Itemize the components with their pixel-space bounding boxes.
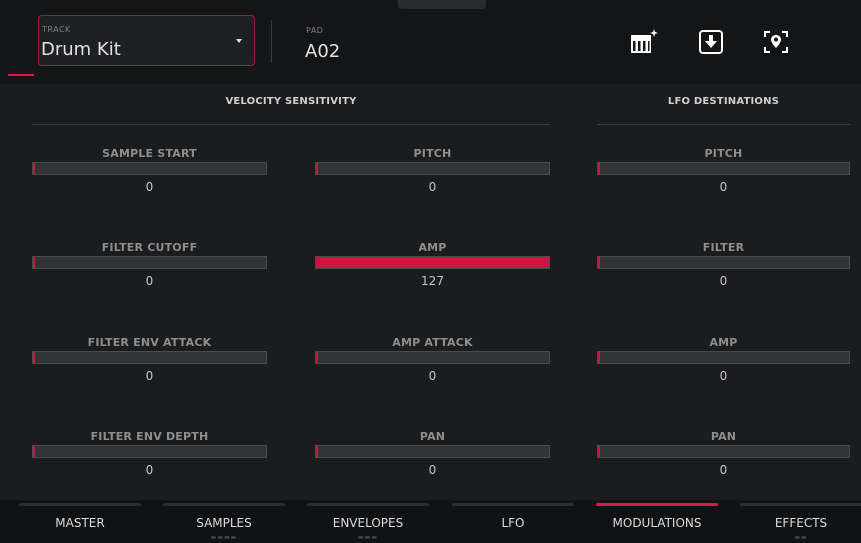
param-slider-fill: [316, 257, 549, 268]
tab-modulations[interactable]: MODULATIONS: [596, 500, 718, 543]
param-label: PAN: [419, 430, 446, 443]
lfo-rule: [597, 124, 850, 125]
param-label: AMP: [418, 241, 447, 254]
param-value[interactable]: 0: [597, 180, 850, 194]
param-slider-marker: [598, 163, 600, 174]
tab-indicator-bar: [740, 503, 861, 506]
tab-envelopes[interactable]: ENVELOPES ▬▬▬: [307, 500, 429, 543]
piano-sparkle-icon[interactable]: [629, 27, 659, 57]
param-slider-marker: [33, 257, 35, 268]
param-value[interactable]: 0: [32, 463, 267, 477]
tab-master[interactable]: MASTER: [19, 500, 141, 543]
tab-effects[interactable]: EFFECTS ▬▬: [740, 500, 861, 543]
param-slider[interactable]: [32, 445, 267, 458]
track-label: TRACK: [42, 25, 71, 34]
param-label: FILTER ENV DEPTH: [90, 430, 209, 443]
tab-label: SAMPLES: [196, 516, 252, 530]
tab-indicator-bar: [452, 503, 574, 506]
pad-value[interactable]: A02: [305, 41, 340, 62]
header-divider: [271, 20, 272, 63]
param-slider[interactable]: [315, 351, 550, 364]
lfo-destinations-title: LFO DESTINATIONS: [667, 96, 780, 107]
top-bar: TRACK Drum Kit PAD A02: [0, 0, 861, 84]
chevron-down-icon[interactable]: [236, 39, 242, 43]
param-value[interactable]: 0: [597, 369, 850, 383]
param-slider[interactable]: [32, 162, 267, 175]
tab-label: ENVELOPES: [332, 516, 404, 530]
param-slider-marker: [33, 163, 35, 174]
param-slider-marker: [33, 352, 35, 363]
param-value[interactable]: 0: [597, 463, 850, 477]
param-label: FILTER: [702, 241, 745, 254]
tab-indicator-bar: [307, 503, 429, 506]
param-slider-marker: [598, 446, 600, 457]
param-value[interactable]: 0: [597, 274, 850, 288]
param-value[interactable]: 0: [32, 274, 267, 288]
tab-page-dots: ▬▬▬: [357, 534, 378, 541]
param-label: PITCH: [413, 147, 452, 160]
tab-samples[interactable]: SAMPLES ▬▬▬▬: [163, 500, 285, 543]
param-slider-marker: [598, 352, 600, 363]
param-slider[interactable]: [315, 162, 550, 175]
locate-icon[interactable]: [761, 27, 791, 57]
param-value[interactable]: 0: [32, 369, 267, 383]
tab-indicator-bar: [163, 503, 285, 506]
param-slider[interactable]: [315, 256, 550, 269]
tab-label: EFFECTS: [774, 516, 828, 530]
param-label: SAMPLE START: [102, 147, 197, 160]
tab-bar: MASTER SAMPLES ▬▬▬▬ ENVELOPES ▬▬▬ LFO MODULATI…: [0, 500, 861, 543]
param-slider[interactable]: [597, 162, 850, 175]
download-icon[interactable]: [696, 27, 726, 57]
velocity-sensitivity-title: VELOCITY SENSITIVITY: [225, 96, 357, 107]
tab-page-dots: ▬▬▬▬: [210, 534, 238, 541]
param-label: PITCH: [704, 147, 743, 160]
param-label: FILTER CUTOFF: [101, 241, 198, 254]
pad-label: PAD: [306, 26, 324, 35]
track-value: Drum Kit: [41, 39, 121, 60]
param-slider[interactable]: [597, 351, 850, 364]
top-notch[interactable]: [398, 0, 486, 9]
tab-indicator-bar: [19, 503, 141, 506]
param-slider[interactable]: [597, 445, 850, 458]
tab-label: MODULATIONS: [612, 516, 702, 530]
param-slider-marker: [316, 352, 318, 363]
tab-indicator: [8, 74, 34, 76]
param-slider[interactable]: [597, 256, 850, 269]
param-label: AMP: [709, 336, 738, 349]
param-label: PAN: [710, 430, 737, 443]
param-label: AMP ATTACK: [392, 336, 473, 349]
tab-label: LFO: [501, 516, 525, 530]
param-slider[interactable]: [315, 445, 550, 458]
velocity-rule: [32, 124, 550, 125]
param-slider[interactable]: [32, 256, 267, 269]
param-value[interactable]: 0: [315, 180, 550, 194]
param-slider-marker: [316, 446, 318, 457]
tab-indicator-bar: [596, 503, 718, 506]
tab-label: MASTER: [55, 516, 105, 530]
param-label: FILTER ENV ATTACK: [87, 336, 212, 349]
param-slider-marker: [598, 257, 600, 268]
param-slider-marker: [33, 446, 35, 457]
param-slider[interactable]: [32, 351, 267, 364]
tab-lfo[interactable]: LFO: [452, 500, 574, 543]
param-value[interactable]: 127: [315, 274, 550, 288]
param-value[interactable]: 0: [315, 369, 550, 383]
param-slider-marker: [316, 163, 318, 174]
track-selector[interactable]: TRACK Drum Kit: [38, 15, 255, 66]
tab-page-dots: ▬▬: [794, 534, 808, 541]
param-value[interactable]: 0: [315, 463, 550, 477]
param-value[interactable]: 0: [32, 180, 267, 194]
